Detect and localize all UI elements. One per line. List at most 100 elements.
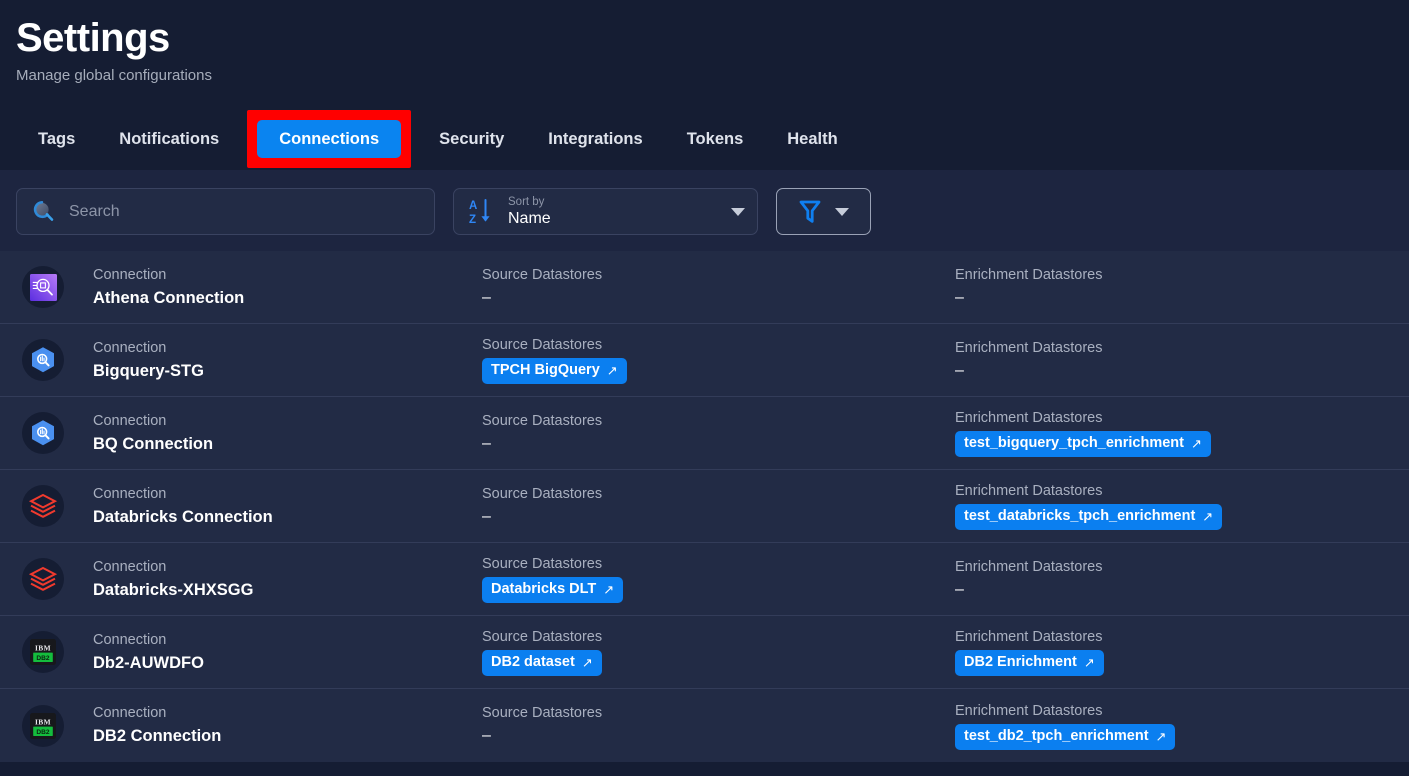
- connection-name: Db2-AUWDFO: [93, 653, 204, 672]
- source-datastores-label: Source Datastores: [482, 556, 603, 572]
- filter-chevron-down-icon[interactable]: [834, 207, 849, 216]
- tab-integrations[interactable]: Integrations: [526, 119, 664, 159]
- enrichment-chips: DB2 Enrichment ↗: [955, 650, 1409, 676]
- connection-type-label: Connection: [93, 558, 167, 575]
- search-box[interactable]: [16, 188, 435, 235]
- tab-notifications[interactable]: Notifications: [97, 119, 241, 159]
- connection-avatar: IBM DB2: [22, 631, 64, 673]
- enrichment-datastores-label: Enrichment Datastores: [955, 629, 1103, 645]
- tab-tags[interactable]: Tags: [16, 119, 97, 159]
- source-chip[interactable]: Databricks DLT ↗: [482, 577, 624, 603]
- tab-health[interactable]: Health: [765, 119, 859, 159]
- enrichment-chips: test_db2_tpch_enrichment ↗: [955, 723, 1409, 750]
- connection-avatar: [22, 266, 64, 308]
- connection-row[interactable]: Connection Athena Connection Source Data…: [0, 251, 1409, 324]
- connection-name-cell: Connection Databricks Connection: [64, 485, 482, 528]
- source-datastores-cell: Source Datastores Databricks DLT ↗: [482, 555, 955, 603]
- connection-name: BQ Connection: [93, 434, 214, 453]
- enrichment-empty: –: [955, 288, 964, 306]
- source-chip-label: DB2 dataset: [491, 654, 575, 670]
- settings-tabs: Tags Notifications Connections Security Inte…: [0, 108, 1409, 170]
- connection-name-cell: Connection Db2-AUWDFO: [64, 631, 482, 674]
- external-link-icon: ↗: [1202, 509, 1214, 524]
- connection-name: Databricks Connection: [93, 507, 273, 526]
- settings-page: Settings Manage global configurations Ta…: [0, 0, 1409, 776]
- connection-type-label: Connection: [93, 631, 167, 648]
- source-chips: TPCH BigQuery ↗: [482, 358, 955, 384]
- connection-avatar: [22, 558, 64, 600]
- connection-row[interactable]: IBM DB2 Connection Db2-AUWDFO Source Dat…: [0, 616, 1409, 689]
- source-datastores-label: Source Datastores: [482, 629, 603, 645]
- connection-avatar: [22, 412, 64, 454]
- enrichment-chip-label: test_db2_tpch_enrichment: [964, 727, 1149, 744]
- connection-type-label: Connection: [93, 485, 167, 502]
- databricks-icon: [29, 492, 57, 520]
- search-icon: [31, 199, 57, 225]
- source-datastores-label: Source Datastores: [482, 337, 603, 353]
- external-link-icon: ↗: [581, 655, 593, 670]
- enrichment-chip[interactable]: test_db2_tpch_enrichment ↗: [955, 723, 1176, 750]
- enrichment-chip[interactable]: test_databricks_tpch_enrichment ↗: [955, 504, 1223, 530]
- connection-type-label: Connection: [93, 705, 167, 721]
- enrichment-empty: –: [955, 580, 964, 598]
- connection-row[interactable]: Connection Databricks Connection Source …: [0, 470, 1409, 543]
- toolbar: A Z Sort by Name: [0, 170, 1409, 251]
- page-title: Settings: [16, 16, 170, 60]
- source-datastores-label: Source Datastores: [482, 485, 603, 502]
- source-datastores-cell: Source Datastores –: [482, 266, 955, 309]
- svg-text:IBM: IBM: [35, 717, 51, 726]
- enrichment-chip-label: test_bigquery_tpch_enrichment: [964, 435, 1184, 451]
- connection-name-cell: Connection Bigquery-STG: [64, 339, 482, 382]
- svg-text:DB2: DB2: [36, 655, 50, 662]
- chevron-down-icon[interactable]: [731, 207, 745, 216]
- tab-connections[interactable]: Connections: [257, 120, 402, 158]
- enrichment-datastores-label: Enrichment Datastores: [955, 702, 1103, 719]
- source-chip[interactable]: TPCH BigQuery ↗: [482, 358, 627, 384]
- enrichment-chip-label: DB2 Enrichment: [964, 654, 1077, 670]
- enrichment-datastores-cell: Enrichment Datastores DB2 Enrichment ↗: [955, 628, 1409, 676]
- sort-by-value: Name: [508, 209, 551, 227]
- tab-security[interactable]: Security: [417, 119, 526, 159]
- connection-name: DB2 Connection: [93, 727, 222, 745]
- external-link-icon: ↗: [606, 363, 618, 378]
- athena-icon: [29, 273, 57, 301]
- connection-name: Databricks-XHXSGG: [93, 580, 254, 599]
- external-link-icon: ↗: [1083, 655, 1095, 670]
- db2-icon: IBM DB2: [30, 712, 56, 739]
- external-link-icon: ↗: [1190, 436, 1202, 451]
- connection-type-label: Connection: [93, 339, 167, 356]
- connection-name-cell: Connection Databricks-XHXSGG: [64, 558, 482, 601]
- enrichment-datastores-label: Enrichment Datastores: [955, 410, 1103, 426]
- enrichment-chip[interactable]: test_bigquery_tpch_enrichment ↗: [955, 431, 1211, 457]
- connection-name: Bigquery-STG: [93, 361, 204, 380]
- search-input[interactable]: [69, 202, 420, 221]
- enrichment-chip[interactable]: DB2 Enrichment ↗: [955, 650, 1104, 676]
- enrichment-empty: –: [955, 361, 964, 379]
- enrichment-datastores-cell: Enrichment Datastores –: [955, 266, 1409, 309]
- source-datastores-cell: Source Datastores –: [482, 704, 955, 747]
- source-chip-label: Databricks DLT: [491, 581, 597, 597]
- tab-tokens[interactable]: Tokens: [665, 119, 766, 159]
- source-chip-label: TPCH BigQuery: [491, 362, 600, 378]
- connection-type-label: Connection: [93, 266, 167, 283]
- filter-button[interactable]: [776, 188, 871, 235]
- svg-text:Z: Z: [469, 214, 476, 226]
- connection-row[interactable]: IBM DB2 Connection DB2 Connection Source…: [0, 689, 1409, 762]
- connection-row[interactable]: Connection Bigquery-STG Source Datastore…: [0, 324, 1409, 397]
- connection-avatar: IBM DB2: [22, 704, 64, 747]
- connection-name-cell: Connection BQ Connection: [64, 412, 482, 455]
- source-empty: –: [482, 507, 491, 525]
- enrichment-chips: test_databricks_tpch_enrichment ↗: [955, 504, 1409, 530]
- external-link-icon: ↗: [1155, 728, 1167, 744]
- source-chip[interactable]: DB2 dataset ↗: [482, 650, 602, 676]
- sort-by-select[interactable]: A Z Sort by Name: [453, 188, 758, 235]
- connection-row[interactable]: Connection BQ Connection Source Datastor…: [0, 397, 1409, 470]
- source-empty: –: [482, 727, 491, 744]
- source-datastores-label: Source Datastores: [482, 412, 603, 429]
- connection-row[interactable]: Connection Databricks-XHXSGG Source Data…: [0, 543, 1409, 616]
- external-link-icon: ↗: [603, 582, 615, 597]
- connection-avatar: [22, 339, 64, 381]
- bigquery-icon: [28, 418, 58, 448]
- enrichment-datastores-cell: Enrichment Datastores test_databricks_tp…: [955, 482, 1409, 530]
- enrichment-datastores-cell: Enrichment Datastores test_bigquery_tpch…: [955, 409, 1409, 457]
